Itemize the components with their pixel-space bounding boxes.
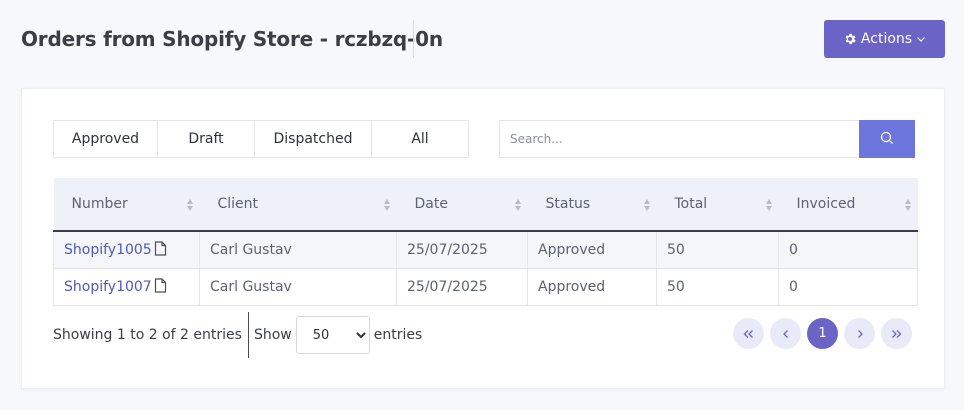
cell-date: 25/07/2025 [396, 268, 528, 306]
cell-number: Shopify1007 [53, 268, 200, 306]
cell-date: 25/07/2025 [396, 231, 528, 269]
column-label: Invoiced [796, 196, 856, 212]
chevron-right-icon [857, 329, 863, 338]
sort-icon [514, 199, 521, 211]
cell-client: Carl Gustav [199, 231, 397, 269]
column-header-invoiced[interactable]: Invoiced [778, 178, 918, 232]
cell-number: Shopify1005 [53, 231, 200, 269]
pagination: 1 [733, 318, 912, 349]
chevron-left-icon [782, 329, 788, 338]
table-info-row: Showing 1 to 2 of 2 entries Show 10 25 5… [53, 311, 422, 359]
sort-icon [383, 199, 390, 211]
filter-draft[interactable]: Draft [158, 121, 255, 157]
cell-status: Approved [527, 268, 657, 306]
column-header-number[interactable]: Number [53, 178, 200, 232]
actions-label: Actions [860, 31, 913, 47]
table-row: Shopify1007 Carl Gustav 25/07/2025 Appro… [53, 268, 918, 306]
filter-approved[interactable]: Approved [54, 121, 158, 157]
filter-all[interactable]: All [372, 121, 468, 157]
entries-info: Showing 1 to 2 of 2 entries [53, 327, 242, 343]
sort-icon [765, 199, 772, 211]
cell-client: Carl Gustav [199, 268, 397, 306]
cell-status: Approved [527, 231, 657, 269]
cell-total: 50 [656, 268, 779, 306]
orders-table-wrap: Number Client Date Status Total Invoiced… [53, 178, 918, 306]
order-number-link[interactable]: Shopify1005 [64, 242, 152, 258]
first-page-button[interactable] [733, 318, 764, 349]
column-label: Client [217, 196, 259, 212]
last-page-button[interactable] [881, 318, 912, 349]
column-label: Number [71, 196, 128, 212]
title-divider [413, 20, 414, 58]
chevron-down-icon [916, 34, 926, 44]
actions-button[interactable]: Actions [824, 20, 945, 58]
search-icon [880, 131, 894, 148]
column-header-status[interactable]: Status [527, 178, 657, 232]
order-number-link[interactable]: Shopify1007 [64, 279, 152, 295]
gear-icon [843, 32, 857, 46]
page-button-current[interactable]: 1 [807, 318, 838, 349]
document-icon[interactable] [154, 278, 167, 293]
cell-invoiced: 0 [778, 231, 918, 269]
column-header-total[interactable]: Total [656, 178, 779, 232]
page-size-select[interactable]: 10 25 50 100 [295, 316, 370, 354]
search-button[interactable] [859, 120, 915, 158]
entries-label: entries [373, 327, 423, 343]
search-bar [499, 120, 915, 158]
orders-card: Approved Draft Dispatched All Number Cli… [21, 88, 945, 389]
column-label: Date [414, 196, 448, 212]
sort-icon [643, 199, 650, 211]
document-icon[interactable] [154, 241, 167, 256]
column-label: Status [545, 196, 591, 212]
prev-page-button[interactable] [770, 318, 801, 349]
table-header-row: Number Client Date Status Total Invoiced [53, 178, 918, 232]
table-row: Shopify1005 Carl Gustav 25/07/2025 Appro… [53, 231, 918, 269]
filter-dispatched[interactable]: Dispatched [255, 121, 372, 157]
double-chevron-right-icon [892, 329, 902, 338]
sort-icon [186, 199, 193, 211]
next-page-button[interactable] [844, 318, 875, 349]
cell-invoiced: 0 [778, 268, 918, 306]
column-header-date[interactable]: Date [396, 178, 528, 232]
page-title: Orders from Shopify Store - rczbzq-0n [21, 27, 443, 51]
status-filter-group: Approved Draft Dispatched All [53, 120, 469, 158]
column-header-client[interactable]: Client [199, 178, 397, 232]
info-divider [247, 312, 249, 358]
double-chevron-left-icon [743, 329, 753, 338]
orders-table: Number Client Date Status Total Invoiced… [53, 178, 918, 306]
show-label: Show [253, 327, 292, 343]
cell-total: 50 [656, 231, 779, 269]
sort-icon [904, 199, 911, 211]
search-input[interactable] [499, 120, 859, 158]
column-label: Total [674, 196, 708, 212]
